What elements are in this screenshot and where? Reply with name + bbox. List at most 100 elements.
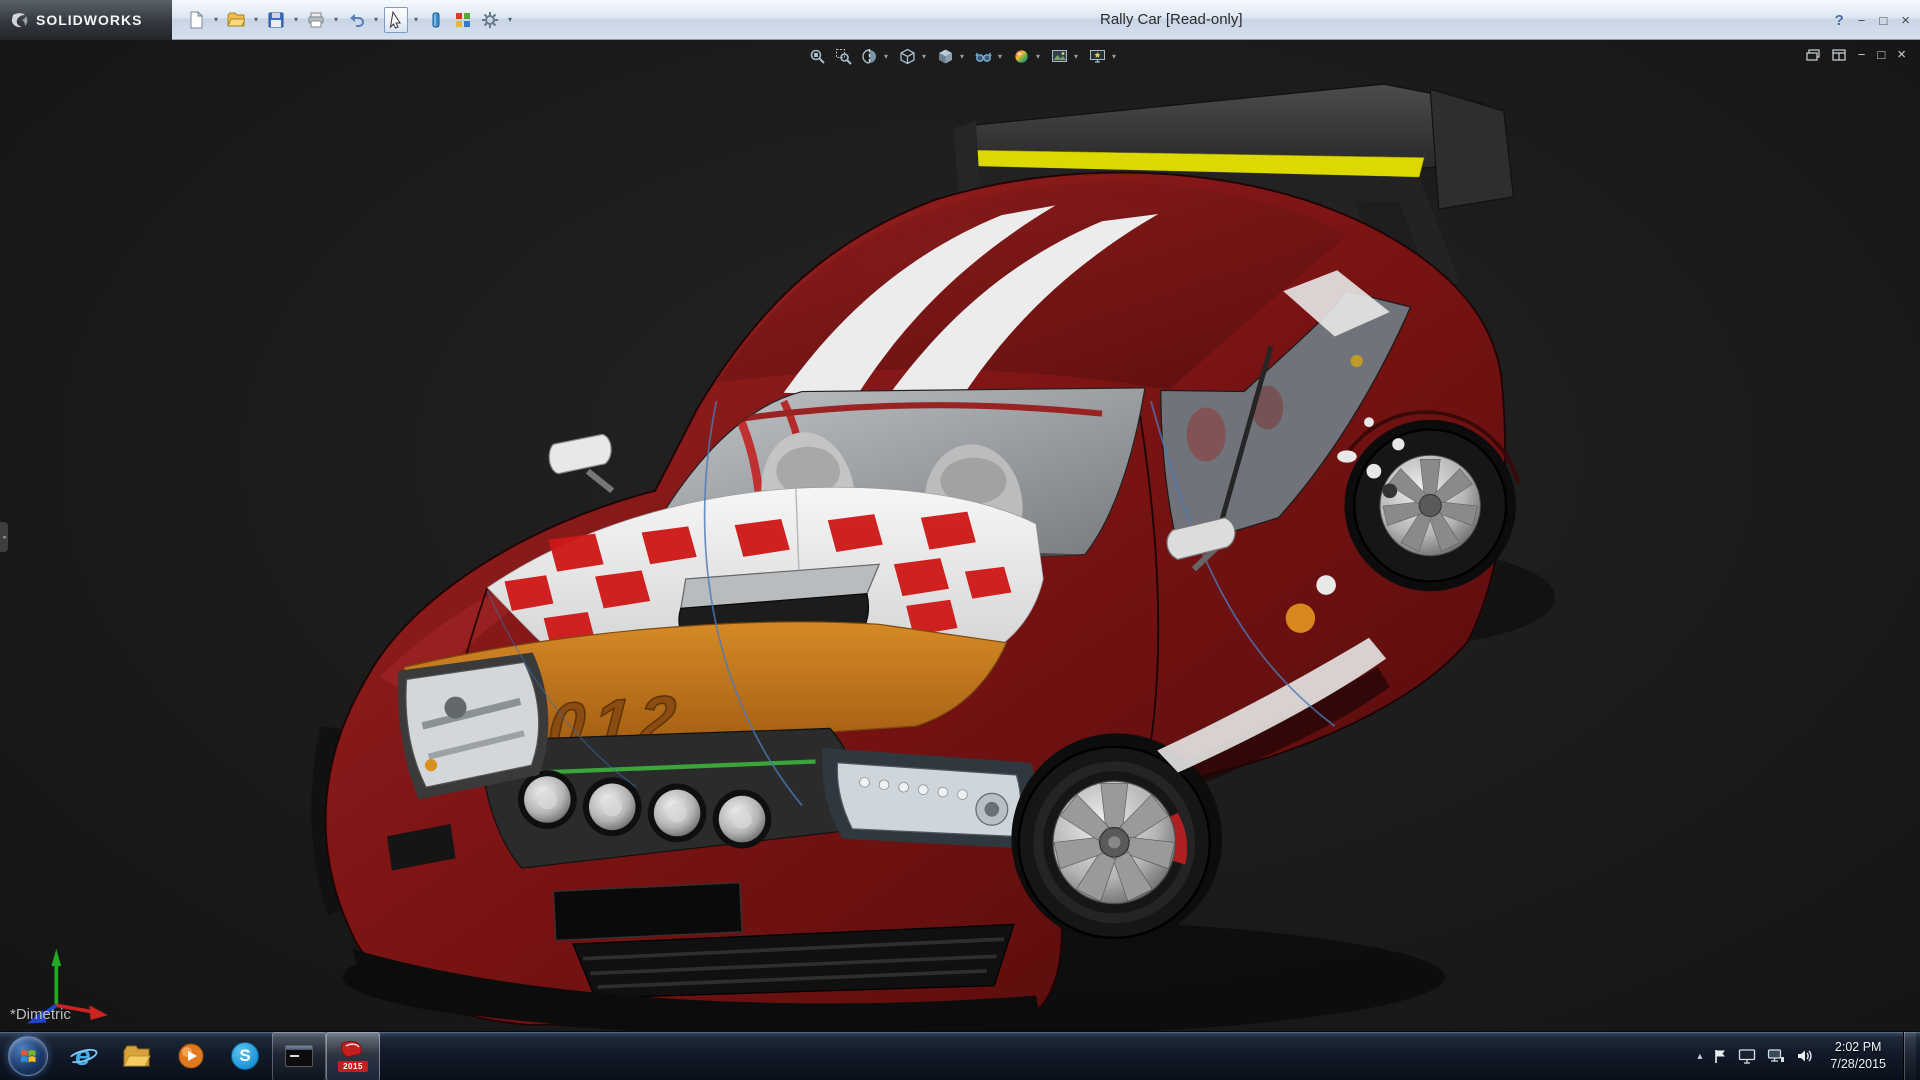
show-desktop-button[interactable] bbox=[1903, 1032, 1916, 1080]
zoom-to-fit-icon bbox=[809, 48, 826, 65]
document-title: Rally Car [Read-only] bbox=[1100, 11, 1243, 28]
open-button[interactable] bbox=[224, 7, 248, 33]
options-button[interactable] bbox=[478, 7, 502, 33]
brand-text: SOLIDWORKS bbox=[36, 12, 142, 28]
zoom-to-area-icon bbox=[835, 48, 852, 65]
save-icon bbox=[267, 11, 285, 29]
select-cursor-icon bbox=[387, 11, 405, 29]
taskbar-solidworks[interactable]: 2015 bbox=[326, 1032, 380, 1080]
view-orientation-dropdown[interactable]: ▾ bbox=[922, 52, 930, 61]
maximize-button[interactable]: □ bbox=[1879, 14, 1887, 27]
solidworks-window: SOLIDWORKS ▾ ▾ bbox=[0, 0, 1920, 1080]
view-settings-icon bbox=[1089, 48, 1106, 65]
options-dropdown[interactable]: ▾ bbox=[505, 15, 515, 24]
save-button[interactable] bbox=[264, 7, 288, 33]
zoom-to-fit-button[interactable] bbox=[806, 44, 828, 68]
doc-minimize-button[interactable]: − bbox=[1858, 48, 1866, 61]
headlight-right bbox=[822, 748, 1037, 848]
headlight-left bbox=[398, 652, 549, 799]
cascade-windows-icon[interactable] bbox=[1806, 49, 1820, 61]
quick-toolbar: ▾ ▾ ▾ bbox=[172, 7, 515, 33]
taskbar-internet-explorer[interactable]: e bbox=[56, 1032, 110, 1080]
pinned-apps: e S bbox=[56, 1032, 380, 1080]
section-view-dropdown[interactable]: ▾ bbox=[884, 52, 892, 61]
close-button[interactable]: × bbox=[1901, 13, 1910, 28]
taskbar-clock[interactable]: 2:02 PM 7/28/2015 bbox=[1824, 1039, 1892, 1073]
undo-icon bbox=[347, 11, 365, 29]
view-settings-dropdown[interactable]: ▾ bbox=[1112, 52, 1120, 61]
new-document-dropdown[interactable]: ▾ bbox=[211, 15, 221, 24]
view-cube-icon bbox=[899, 48, 916, 65]
open-dropdown[interactable]: ▾ bbox=[251, 15, 261, 24]
hide-show-items-button[interactable] bbox=[972, 44, 994, 68]
section-view-button[interactable] bbox=[858, 44, 880, 68]
x-axis-arrow bbox=[89, 1005, 107, 1020]
display-style-icon bbox=[937, 48, 954, 65]
xpress-products-icon bbox=[427, 11, 445, 29]
clock-time: 2:02 PM bbox=[1835, 1039, 1882, 1056]
rebuild-button[interactable] bbox=[451, 7, 475, 33]
apply-scene-button[interactable] bbox=[1048, 44, 1070, 68]
print-dropdown[interactable]: ▾ bbox=[331, 15, 341, 24]
action-center-flag-icon[interactable] bbox=[1713, 1048, 1727, 1064]
options-gear-icon bbox=[481, 11, 499, 29]
network-icon[interactable] bbox=[1767, 1048, 1785, 1064]
help-icon[interactable]: ? bbox=[1835, 12, 1844, 29]
edit-appearance-button[interactable] bbox=[1010, 44, 1032, 68]
feature-tree-collapse-tab[interactable]: ◂ bbox=[0, 522, 8, 552]
license-plate bbox=[553, 883, 742, 941]
heads-up-view-toolbar: ▾ ▾ ▾ bbox=[806, 44, 1120, 68]
taskbar-command-prompt[interactable] bbox=[272, 1032, 326, 1080]
graphics-viewport[interactable]: ▾ ▾ ▾ bbox=[0, 40, 1920, 1031]
start-button[interactable] bbox=[0, 1032, 56, 1080]
messenger-icon: S bbox=[231, 1042, 259, 1070]
apply-scene-dropdown[interactable]: ▾ bbox=[1074, 52, 1082, 61]
rally-car-model-canvas[interactable]: 2012 bbox=[0, 40, 1920, 1031]
undo-button[interactable] bbox=[344, 7, 368, 33]
view-orientation-button[interactable] bbox=[896, 44, 918, 68]
system-tray: ▴ 2:02 PM 7/28/2015 bbox=[1697, 1032, 1920, 1080]
command-prompt-icon bbox=[285, 1045, 313, 1067]
taskbar-media-player[interactable] bbox=[164, 1032, 218, 1080]
taskbar-messenger[interactable]: S bbox=[218, 1032, 272, 1080]
tray-expand-icon[interactable]: ▴ bbox=[1697, 1051, 1702, 1062]
title-bar: SOLIDWORKS ▾ ▾ bbox=[0, 0, 1920, 40]
view-settings-button[interactable] bbox=[1086, 44, 1108, 68]
open-folder-icon bbox=[227, 11, 245, 29]
tile-windows-icon[interactable] bbox=[1832, 49, 1846, 61]
save-dropdown[interactable]: ▾ bbox=[291, 15, 301, 24]
new-document-icon bbox=[187, 11, 205, 29]
solidworks-logo-icon bbox=[10, 11, 30, 29]
media-player-icon bbox=[177, 1042, 205, 1070]
edit-appearance-dropdown[interactable]: ▾ bbox=[1036, 52, 1044, 61]
select-tool-button[interactable] bbox=[384, 7, 408, 33]
view-orientation-label: *Dimetric bbox=[10, 1006, 71, 1023]
volume-icon[interactable] bbox=[1796, 1048, 1813, 1064]
display-settings-icon[interactable] bbox=[1738, 1048, 1756, 1064]
solidworks-version-badge: 2015 bbox=[338, 1061, 368, 1072]
display-style-button[interactable] bbox=[934, 44, 956, 68]
print-button[interactable] bbox=[304, 7, 328, 33]
glasses-icon bbox=[975, 48, 992, 65]
hide-show-dropdown[interactable]: ▾ bbox=[998, 52, 1006, 61]
minimize-button[interactable]: − bbox=[1858, 14, 1866, 27]
new-document-button[interactable] bbox=[184, 7, 208, 33]
collapse-arrow-icon: ◂ bbox=[2, 533, 6, 541]
taskbar-windows-explorer[interactable] bbox=[110, 1032, 164, 1080]
doc-maximize-button[interactable]: □ bbox=[1877, 48, 1885, 61]
internet-explorer-icon: e bbox=[68, 1041, 98, 1071]
print-icon bbox=[307, 11, 325, 29]
folder-icon bbox=[122, 1043, 152, 1069]
section-view-icon bbox=[861, 48, 878, 65]
window-controls: ? − □ × bbox=[1835, 0, 1910, 40]
zoom-to-area-button[interactable] bbox=[832, 44, 854, 68]
xpress-products-button[interactable] bbox=[424, 7, 448, 33]
solidworks-app-icon: 2015 bbox=[338, 1040, 368, 1072]
left-mirror bbox=[549, 434, 611, 473]
undo-dropdown[interactable]: ▾ bbox=[371, 15, 381, 24]
select-dropdown[interactable]: ▾ bbox=[411, 15, 421, 24]
display-style-dropdown[interactable]: ▾ bbox=[960, 52, 968, 61]
windows-taskbar: e S bbox=[0, 1031, 1920, 1080]
clock-date: 7/28/2015 bbox=[1830, 1056, 1886, 1073]
doc-close-button[interactable]: × bbox=[1897, 47, 1906, 62]
